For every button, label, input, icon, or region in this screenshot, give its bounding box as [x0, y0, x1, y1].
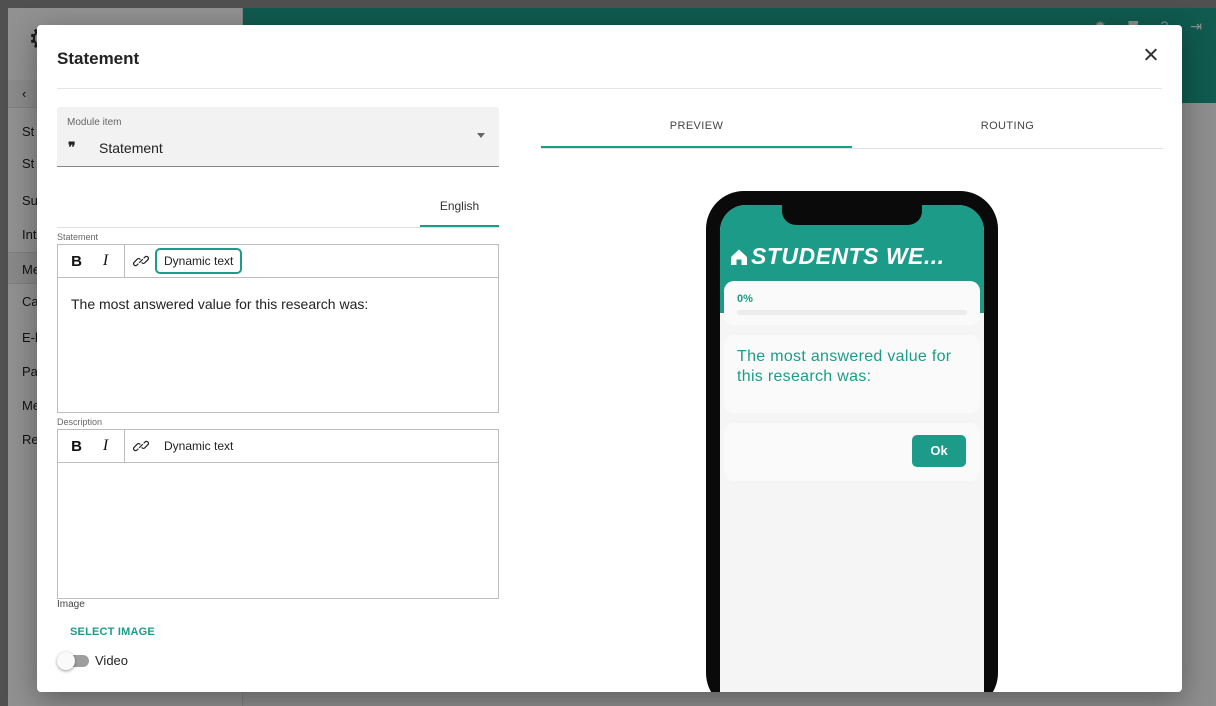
toggle-thumb: [57, 651, 75, 670]
module-item-label: Module item: [67, 117, 122, 128]
preview-tabs: PREVIEW ROUTING: [541, 109, 1163, 149]
phone-screen: STUDENTS WE... 0% The most answered valu…: [720, 205, 984, 692]
module-item-value: Statement: [99, 140, 163, 156]
statement-editor: B I Dynamic text The most answered value…: [57, 244, 499, 413]
tab-english[interactable]: English: [420, 195, 499, 227]
tab-preview[interactable]: PREVIEW: [541, 109, 852, 148]
link-icon[interactable]: [129, 253, 153, 269]
divider: [57, 88, 1162, 89]
statement-toolbar: B I Dynamic text: [58, 244, 498, 278]
dynamic-text-button[interactable]: Dynamic text: [155, 433, 242, 459]
video-label: Video: [95, 653, 129, 668]
dialog-title: Statement: [57, 49, 140, 68]
chevron-down-icon: [477, 133, 485, 138]
divider: [57, 227, 499, 228]
question-card: The most answered value for this researc…: [724, 335, 980, 413]
link-icon[interactable]: [129, 438, 153, 454]
app-title-text: STUDENTS WE...: [751, 243, 945, 269]
home-icon: [731, 249, 747, 265]
bold-button[interactable]: B: [62, 438, 91, 455]
statement-label: Statement: [57, 232, 99, 242]
image-label: Image: [57, 599, 85, 610]
description-editor: B I Dynamic text: [57, 429, 499, 599]
bold-button[interactable]: B: [62, 253, 91, 270]
ok-button[interactable]: Ok: [912, 435, 966, 467]
question-text: The most answered value for this researc…: [737, 348, 952, 385]
toolbar-divider: [124, 244, 125, 278]
progress-card: 0%: [724, 281, 980, 325]
progress-text: 0%: [737, 293, 753, 305]
description-toolbar: B I Dynamic text: [58, 429, 498, 463]
dynamic-text-button[interactable]: Dynamic text: [155, 248, 243, 274]
phone-notch: [782, 205, 922, 225]
statement-text-area[interactable]: The most answered value for this researc…: [58, 278, 498, 330]
select-image-button[interactable]: SELECT IMAGE: [70, 626, 155, 638]
toggle-switch[interactable]: [57, 651, 89, 670]
answer-card: Ok: [724, 423, 980, 481]
close-icon[interactable]: [1140, 44, 1162, 66]
description-text-area[interactable]: [58, 463, 498, 499]
module-item-select[interactable]: Module item ❞ Statement: [57, 107, 499, 167]
tab-routing[interactable]: ROUTING: [852, 109, 1163, 148]
app-title: STUDENTS WE...: [730, 243, 945, 270]
video-toggle[interactable]: Video: [57, 651, 129, 670]
statement-dialog: Statement Module item ❞ Statement Englis…: [37, 25, 1182, 692]
phone-preview: STUDENTS WE... 0% The most answered valu…: [706, 191, 998, 692]
quote-icon: ❞: [68, 139, 76, 155]
toolbar-divider: [124, 429, 125, 463]
italic-button[interactable]: I: [91, 252, 120, 270]
italic-button[interactable]: I: [91, 437, 120, 455]
progress-bar: [737, 310, 967, 315]
description-label: Description: [57, 417, 103, 427]
